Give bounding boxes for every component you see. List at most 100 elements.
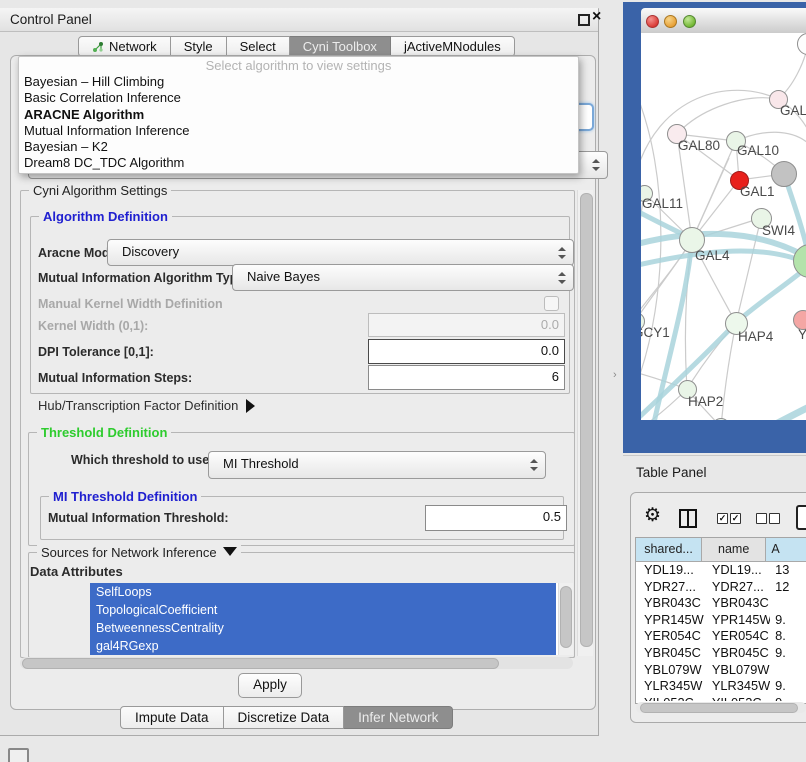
checked-checkbox-icon[interactable]: ✓ [717,513,728,524]
algorithm-dropdown-popup: Select algorithm to view settingsBayesia… [18,56,579,174]
network-canvas[interactable]: GALGAL80GAL10GAL1GAL11SWI4GAL4GCY1HAP4YH… [641,33,806,420]
attribute-item[interactable]: SelfLoops [90,583,556,601]
manual-kernel-checkbox[interactable] [544,296,559,311]
hub-definition-toggle[interactable]: Hub/Transcription Factor Definition [38,398,255,413]
attributes-scrollbar[interactable] [558,583,573,655]
tab-discretize-data[interactable]: Discretize Data [224,706,345,729]
attribute-item[interactable]: BetweennessCentrality [90,619,556,637]
node-label: GAL80 [678,138,720,153]
table-row[interactable]: YIL052CYIL052C9. [636,695,806,701]
table-cell: YPR145W [636,612,704,629]
hub-definition-label: Hub/Transcription Factor Definition [38,398,238,413]
kernel-width-field[interactable]: 0.0 [368,313,565,337]
tab-label: jActiveMNodules [404,37,501,57]
checked-checkbox-icon[interactable]: ✓ [730,513,741,524]
network-node[interactable] [771,161,797,187]
table-cell: YDL19... [636,562,704,579]
dropdown-item[interactable]: Basic Correlation Inference [19,90,578,106]
minimize-traffic-light-icon[interactable] [664,15,677,28]
zoom-traffic-light-icon[interactable] [683,15,696,28]
table-cell: YIL052C [636,695,704,701]
aracne-mode-combo[interactable]: Discovery [107,239,574,266]
tab-infer-network[interactable]: Infer Network [344,706,453,729]
tab-cyni-toolbox[interactable]: Cyni Toolbox [290,36,391,57]
table-row[interactable]: YBR043CYBR043C [636,595,806,612]
columns-icon[interactable] [679,509,697,528]
table-row[interactable]: YPR145WYPR145W9. [636,612,806,629]
node-label: Y [798,327,806,342]
mi-threshold-field[interactable]: 0.5 [425,505,567,531]
collapse-down-icon [223,547,237,556]
table-cell: YBL079W [704,662,770,679]
close-traffic-light-icon[interactable] [646,15,659,28]
which-threshold-combo[interactable]: MI Threshold [208,451,546,479]
apply-button[interactable]: Apply [238,673,302,698]
tab-jactivemnodules[interactable]: jActiveMNodules [391,36,515,57]
data-attributes-label: Data Attributes [30,564,123,579]
tab-style[interactable]: Style [171,36,227,57]
table-cell: 9. [770,645,806,662]
column-header[interactable]: name [702,538,766,561]
network-edge-thick[interactable] [759,406,806,420]
column-header[interactable]: shared... [636,538,702,561]
dropdown-item[interactable]: Dream8 DC_TDC Algorithm [19,155,578,171]
network-edge[interactable] [677,98,778,134]
dropdown-item[interactable]: ARACNE Algorithm [19,107,578,123]
network-edge[interactable] [736,132,806,143]
table-cell: YLR345W [704,678,770,695]
table-row[interactable]: YDR27...YDR27...12 [636,579,806,596]
table-cell: YDR27... [636,579,704,596]
data-attributes-list[interactable]: SelfLoopsTopologicalCoefficientBetweenne… [90,583,572,655]
unchecked-checkbox-icon[interactable] [756,513,767,524]
node-label: GAL11 [642,196,683,211]
table-row[interactable]: YBR045CYBR045C9. [636,645,806,662]
attribute-item[interactable]: gal4RGexp [90,637,556,655]
network-edge[interactable] [641,90,778,173]
float-window-icon[interactable] [578,14,590,26]
table-cell [770,595,806,612]
table-row[interactable]: YER054CYER054C8. [636,628,806,645]
tab-label: Select [240,37,276,57]
attribute-item[interactable]: TopologicalCoefficient [90,601,556,619]
group-title: Algorithm Definition [39,209,172,224]
dropdown-item[interactable]: Bayesian – Hill Climbing [19,74,578,90]
mi-type-combo[interactable]: Naive Bayes [232,264,574,291]
scrollbar-thumb[interactable] [580,193,593,647]
table-cell: YDR27... [704,579,770,596]
sources-title-toggle[interactable]: Sources for Network Inference [37,545,241,560]
close-icon[interactable]: × [592,8,601,26]
mi-steps-field[interactable]: 6 [368,365,565,390]
network-window-titlebar[interactable] [641,8,806,34]
tab-impute-data[interactable]: Impute Data [120,706,224,729]
node-label: GAL1 [740,184,775,199]
column-header[interactable]: A [766,538,806,561]
unchecked-checkbox-icon[interactable] [769,513,780,524]
dropdown-item[interactable]: Mutual Information Inference [19,123,578,139]
settings-hscrollbar[interactable] [20,657,573,669]
divider [623,455,806,456]
table-cell: YER054C [704,628,770,645]
which-threshold-value: MI Threshold [223,456,299,471]
dpi-tolerance-field[interactable]: 0.0 [368,339,565,364]
settings-vscrollbar[interactable] [577,190,593,656]
tab-network[interactable]: Network [78,36,171,57]
which-threshold-label: Which threshold to use: [71,453,213,467]
table-row[interactable]: YBL079WYBL079W [636,662,806,679]
tab-label: Cyni Toolbox [303,37,377,57]
node-label: HAP2 [688,394,723,409]
function-icon[interactable] [796,505,806,530]
scrollbar-thumb[interactable] [560,586,572,648]
table-row[interactable]: YLR345WYLR345W9. [636,678,806,695]
scrollbar-thumb[interactable] [22,658,499,669]
table-hscrollbar[interactable] [636,702,806,713]
dropdown-item[interactable]: Bayesian – K2 [19,139,578,155]
docked-panel-icon[interactable] [8,748,29,762]
group-title: Cyni Algorithm Settings [29,183,171,198]
tab-select[interactable]: Select [227,36,290,57]
table-row[interactable]: YDL19...YDL19...13 [636,562,806,579]
split-divider-handle[interactable]: › [613,369,617,381]
gear-icon[interactable]: ⚙ [644,504,661,527]
tab-label: Network [109,37,157,57]
scrollbar-thumb[interactable] [640,703,798,713]
table-cell: YBL079W [636,662,704,679]
